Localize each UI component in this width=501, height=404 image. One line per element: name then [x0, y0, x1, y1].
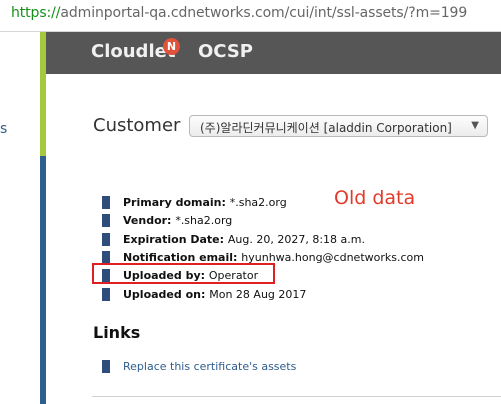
old-data-annotation: Old data [334, 187, 416, 209]
url-text[interactable]: https://adminportal-qa.cdnetworks.com/cu… [11, 5, 467, 21]
detail-label: Primary domain: *.sha2.org [123, 196, 287, 209]
detail-value: *.sha2.org [229, 196, 287, 209]
url-path: adminportal-qa.cdnetworks.com/cui/int/ss… [60, 5, 468, 21]
customer-label: Customer [93, 115, 181, 136]
bullet-icon [102, 214, 110, 227]
bullet-icon [102, 196, 110, 209]
accent-stripe [40, 32, 46, 404]
detail-value: Mon 28 Aug 2017 [209, 288, 307, 301]
replace-assets-link[interactable]: Replace this certificate's assets [123, 360, 296, 373]
left-partial-text: s [0, 121, 8, 137]
browser-address-bar[interactable]: https://adminportal-qa.cdnetworks.com/cu… [0, 0, 501, 32]
left-panel-edge: s [0, 32, 40, 404]
customer-select-value: (주)알라딘커뮤니케이션 [aladdin Corporation] [200, 121, 452, 135]
bullet-icon [102, 288, 110, 301]
url-scheme: https:// [11, 5, 61, 21]
uploaded-by-highlight-box [92, 263, 275, 284]
customer-select[interactable]: (주)알라딘커뮤니케이션 [aladdin Corporation] ▼ [189, 115, 488, 137]
app-header: Cloudlet N OCSP [46, 32, 501, 74]
divider [92, 396, 501, 397]
brand-badge-icon: N [163, 38, 180, 55]
bullet-icon [102, 360, 110, 373]
detail-label: Expiration Date: Aug. 20, 2027, 8:18 a.m… [123, 233, 365, 246]
links-heading: Links [93, 323, 141, 342]
detail-label: Vendor: *.sha2.org [123, 214, 233, 227]
chevron-down-icon: ▼ [471, 120, 479, 131]
detail-label: Uploaded on: Mon 28 Aug 2017 [123, 288, 307, 301]
detail-value: Aug. 20, 2027, 8:18 a.m. [227, 233, 365, 246]
bullet-icon [102, 233, 110, 246]
detail-value: *.sha2.org [175, 214, 233, 227]
nav-ocsp[interactable]: OCSP [198, 41, 253, 62]
